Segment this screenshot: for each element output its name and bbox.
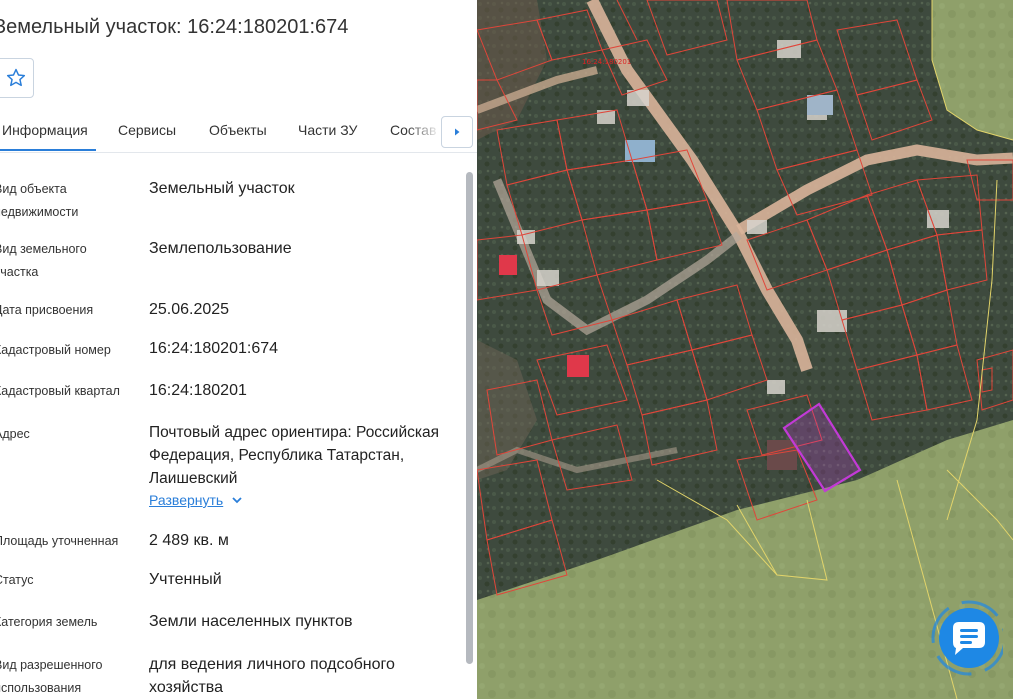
address-value: Почтовый адрес ориентира: Российская Фед…	[149, 424, 440, 487]
permitted-use-value: для ведения личного подсобного хозяйства	[149, 656, 395, 696]
area-value: 2 489 кв. м	[149, 532, 229, 549]
land-kind-label: Вид земельного участка	[0, 242, 87, 279]
status-label: Статус	[0, 573, 34, 587]
land-kind-value: Землепользование	[149, 240, 292, 257]
assign-date-label: Дата присвоения	[0, 303, 94, 317]
chat-widget-button[interactable]	[923, 600, 1007, 680]
favorite-button[interactable]	[0, 58, 34, 98]
map-parcel-label: 16:24:180201	[582, 58, 632, 66]
tabs-next-button[interactable]	[441, 116, 473, 148]
panel-scrollbar[interactable]	[466, 172, 473, 664]
satellite-map	[477, 0, 1013, 699]
category-label: Категория земель	[0, 615, 98, 629]
chat-bubble-icon	[931, 600, 1007, 676]
area-label: Площадь уточненная	[0, 534, 119, 548]
tab-info[interactable]: Информация	[0, 122, 96, 151]
address-label: Адрес	[0, 427, 30, 441]
chevron-down-icon	[232, 497, 242, 504]
map-view[interactable]: 16:24:180201	[477, 0, 1013, 699]
tabs-fade	[405, 112, 441, 150]
cad-quarter-value: 16:24:180201	[149, 382, 247, 399]
expand-label: Развернуть	[149, 492, 224, 508]
object-type-value: Земельный участок	[149, 180, 295, 197]
page-title: Земельный участок: 16:24:180201:674	[0, 16, 349, 38]
chevron-right-icon	[455, 128, 460, 136]
category-value: Земли населенных пунктов	[149, 613, 353, 630]
permitted-use-label: Вид разрешенного использования	[0, 658, 103, 695]
assign-date-value: 25.06.2025	[149, 301, 230, 318]
tab-services[interactable]: Сервисы	[118, 122, 176, 138]
object-type-label: Вид объекта недвижимости	[0, 182, 79, 219]
star-outline-icon	[6, 68, 26, 87]
tab-objects[interactable]: Объекты	[209, 122, 267, 138]
info-panel: Земельный участок: 16:24:180201:674 Инфо…	[0, 0, 477, 699]
cad-number-value: 16:24:180201:674	[149, 340, 279, 357]
cad-number-label: Кадастровый номер	[0, 343, 111, 357]
tab-parts[interactable]: Части ЗУ	[298, 122, 357, 138]
cad-quarter-label: Кадастровый квартал	[0, 384, 120, 398]
expand-address-link[interactable]: Развернуть	[149, 492, 243, 508]
status-value: Учтенный	[149, 571, 222, 588]
